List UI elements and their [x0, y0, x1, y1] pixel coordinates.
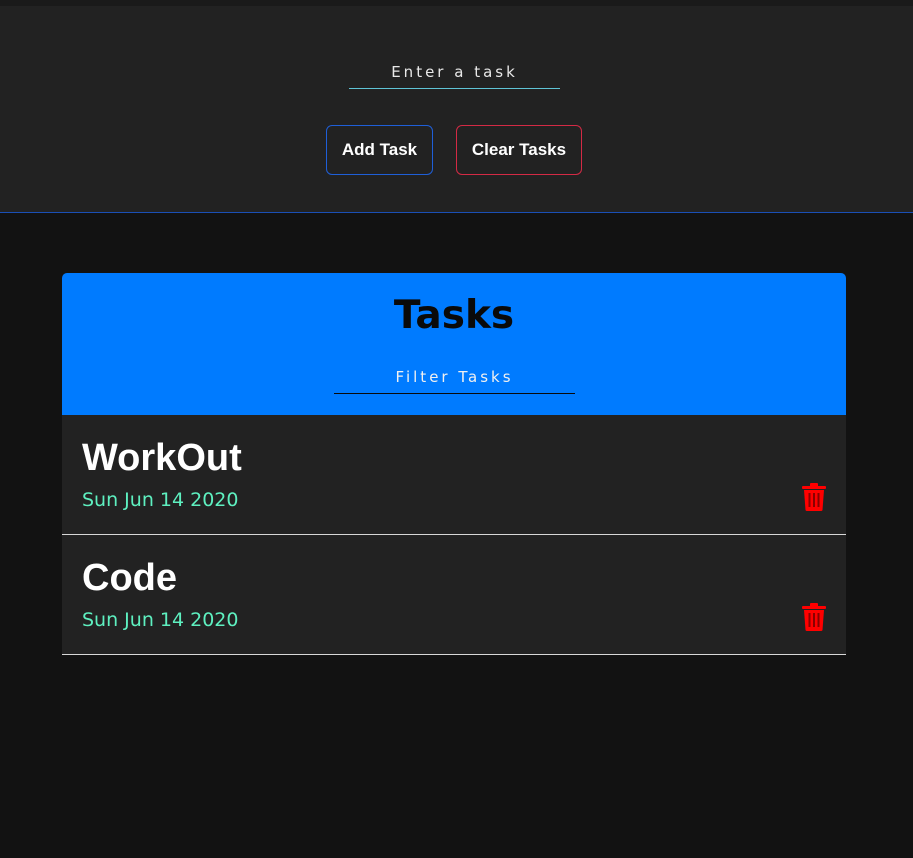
add-task-button[interactable]: Add Task [326, 125, 433, 175]
task-date: Sun Jun 14 2020 [82, 609, 239, 631]
task-name: WorkOut [82, 437, 242, 479]
task-item: WorkOut Sun Jun 14 2020 [62, 415, 846, 535]
task-list: WorkOut Sun Jun 14 2020 Code Sun Jun 14 … [62, 415, 846, 655]
tasks-panel-header: Tasks [62, 273, 846, 415]
trash-icon[interactable] [802, 483, 826, 511]
tasks-title: Tasks [393, 293, 515, 338]
tasks-panel: Tasks WorkOut Sun Jun 14 2020 Code Sun J… [62, 273, 846, 655]
trash-icon[interactable] [802, 603, 826, 631]
task-item: Code Sun Jun 14 2020 [62, 535, 846, 655]
clear-tasks-button[interactable]: Clear Tasks [456, 125, 582, 175]
task-input[interactable] [349, 56, 560, 89]
task-date: Sun Jun 14 2020 [82, 489, 239, 511]
task-name: Code [82, 557, 177, 599]
filter-input[interactable] [334, 361, 575, 394]
task-form-header: Add Task Clear Tasks [0, 6, 913, 213]
